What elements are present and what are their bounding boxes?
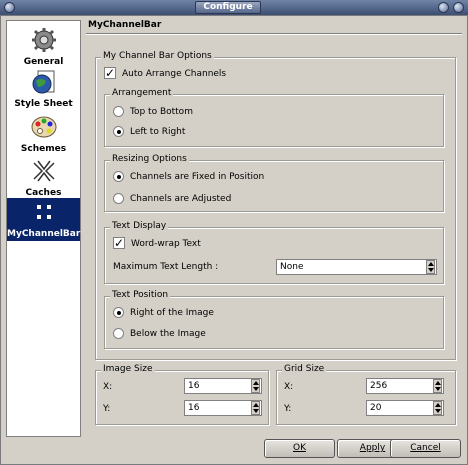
page-title: MyChannelBar bbox=[88, 20, 162, 30]
ok-button[interactable]: OK bbox=[264, 439, 335, 458]
word-wrap-checkbox[interactable]: ✓ bbox=[113, 237, 125, 249]
sidebar-item-label: Caches bbox=[25, 188, 62, 198]
grid-size-x-value: 256 bbox=[370, 381, 388, 391]
window-title: Configure bbox=[195, 1, 261, 14]
max-text-length-value: None bbox=[280, 262, 304, 272]
divider bbox=[86, 33, 462, 35]
radio-label: Below the Image bbox=[130, 329, 206, 339]
resizing-options-group bbox=[104, 160, 444, 212]
sidebar-item-mychannelbar[interactable]: MyChannelBar bbox=[7, 198, 80, 241]
image-size-x-value: 16 bbox=[188, 381, 200, 391]
group-label: Text Position bbox=[110, 290, 171, 300]
max-text-length-input[interactable]: None bbox=[276, 259, 437, 275]
stylesheet-icon bbox=[32, 70, 54, 94]
image-size-y-spinner[interactable] bbox=[251, 401, 260, 415]
right-of-image-radio[interactable] bbox=[113, 307, 124, 318]
window-menu-icon[interactable] bbox=[4, 2, 15, 13]
sidebar-item-style-sheet[interactable]: Style Sheet bbox=[7, 68, 80, 109]
image-size-x-label: X: bbox=[103, 382, 113, 392]
close-icon[interactable] bbox=[453, 2, 464, 13]
channelbar-icon bbox=[36, 205, 51, 219]
image-size-x-spinner[interactable] bbox=[251, 379, 260, 393]
sidebar: General Style Sheet Schemes Caches MyCha… bbox=[6, 20, 81, 437]
grid-size-y-value: 20 bbox=[370, 403, 382, 413]
gear-icon bbox=[31, 28, 56, 52]
minimize-icon[interactable] bbox=[438, 2, 449, 13]
grid-size-x-label: X: bbox=[284, 382, 294, 392]
sidebar-item-label: Schemes bbox=[20, 144, 67, 154]
adjusted-radio[interactable] bbox=[113, 193, 124, 204]
title-bar[interactable]: Configure bbox=[0, 0, 468, 16]
cancel-button[interactable]: Cancel bbox=[390, 439, 461, 458]
apply-button-label: Apply bbox=[359, 443, 386, 453]
sidebar-item-general[interactable]: General bbox=[7, 26, 80, 67]
radio-label: Top to Bottom bbox=[130, 107, 193, 117]
sidebar-item-label: Style Sheet bbox=[14, 99, 73, 109]
cancel-button-label: Cancel bbox=[410, 443, 441, 453]
group-label: Resizing Options bbox=[110, 154, 189, 164]
group-label: Grid Size bbox=[282, 364, 327, 374]
top-to-bottom-radio[interactable] bbox=[113, 106, 124, 117]
group-label: Image Size bbox=[101, 364, 155, 374]
group-label: Text Display bbox=[110, 221, 169, 231]
text-position-group bbox=[104, 296, 444, 349]
radio-label: Channels are Fixed in Position bbox=[130, 172, 265, 182]
below-image-radio[interactable] bbox=[113, 328, 124, 339]
sidebar-item-label: MyChannelBar bbox=[7, 229, 81, 239]
text-display-group bbox=[104, 227, 444, 284]
image-size-y-value: 16 bbox=[188, 403, 200, 413]
radio-label: Left to Right bbox=[130, 127, 186, 137]
word-wrap-label: Word-wrap Text bbox=[131, 239, 201, 249]
group-label: My Channel Bar Options bbox=[101, 51, 214, 61]
left-to-right-radio[interactable] bbox=[113, 126, 124, 137]
max-text-length-label: Maximum Text Length : bbox=[113, 262, 219, 272]
grid-size-y-spinner[interactable] bbox=[433, 401, 442, 415]
auto-arrange-label: Auto Arrange Channels bbox=[122, 69, 227, 79]
grid-size-x-spinner[interactable] bbox=[433, 379, 442, 393]
palette-icon bbox=[31, 116, 56, 138]
ok-button-label: OK bbox=[293, 443, 306, 453]
auto-arrange-checkbox[interactable]: ✓ bbox=[104, 67, 116, 79]
caches-icon bbox=[32, 160, 55, 182]
sidebar-item-schemes[interactable]: Schemes bbox=[7, 113, 80, 154]
radio-label: Right of the Image bbox=[130, 308, 214, 318]
grid-size-y-label: Y: bbox=[284, 404, 292, 414]
arrangement-group bbox=[104, 94, 444, 147]
sidebar-item-caches[interactable]: Caches bbox=[7, 157, 80, 198]
group-label: Arrangement bbox=[110, 88, 174, 98]
image-size-y-label: Y: bbox=[103, 404, 111, 414]
fixed-position-radio[interactable] bbox=[113, 171, 124, 182]
max-text-length-spinner[interactable] bbox=[426, 260, 435, 274]
sidebar-item-label: General bbox=[23, 57, 64, 67]
radio-label: Channels are Adjusted bbox=[130, 194, 232, 204]
